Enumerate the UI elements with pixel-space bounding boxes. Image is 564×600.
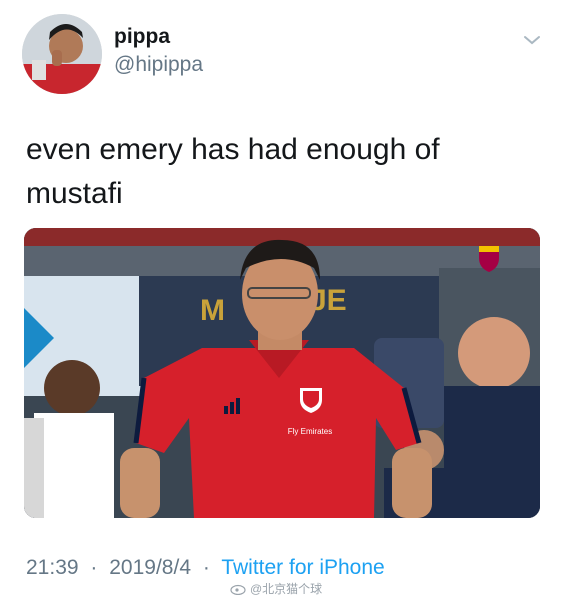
tweet-source-link[interactable]: Twitter for iPhone bbox=[221, 556, 384, 579]
weibo-icon bbox=[230, 584, 246, 595]
watermark: @北京猫个球 bbox=[230, 580, 322, 597]
separator: · bbox=[90, 556, 98, 579]
profile-photo-icon bbox=[22, 14, 102, 94]
tweet-text-line: mustafi bbox=[26, 177, 123, 210]
author-info: pippa @hipippa bbox=[114, 24, 203, 78]
avatar[interactable] bbox=[22, 14, 102, 94]
tweet-date[interactable]: 2019/8/4 bbox=[109, 556, 191, 579]
tweet-time[interactable]: 21:39 bbox=[26, 556, 79, 579]
tweet-text-line: even emery has had enough of bbox=[26, 133, 440, 166]
photo-man-in-red-shirt-icon: M JE Fly Emirates bbox=[24, 228, 540, 518]
tweet-meta: 21:39 · 2019/8/4 · Twitter for iPhone bbox=[26, 556, 385, 580]
tweet-media-photo[interactable]: M JE Fly Emirates bbox=[24, 228, 540, 518]
tweet-text: even emery has had enough of mustafi bbox=[26, 128, 526, 216]
user-handle[interactable]: @hipippa bbox=[114, 52, 203, 78]
display-name[interactable]: pippa bbox=[114, 24, 203, 50]
chevron-down-icon[interactable] bbox=[520, 30, 544, 50]
shirt-sponsor-text: Fly Emirates bbox=[288, 427, 332, 436]
watermark-text: @北京猫个球 bbox=[250, 582, 323, 596]
separator: · bbox=[202, 556, 210, 579]
svg-text:M: M bbox=[200, 294, 225, 327]
tweet-card: pippa @hipippa even emery has had enough… bbox=[0, 0, 564, 600]
